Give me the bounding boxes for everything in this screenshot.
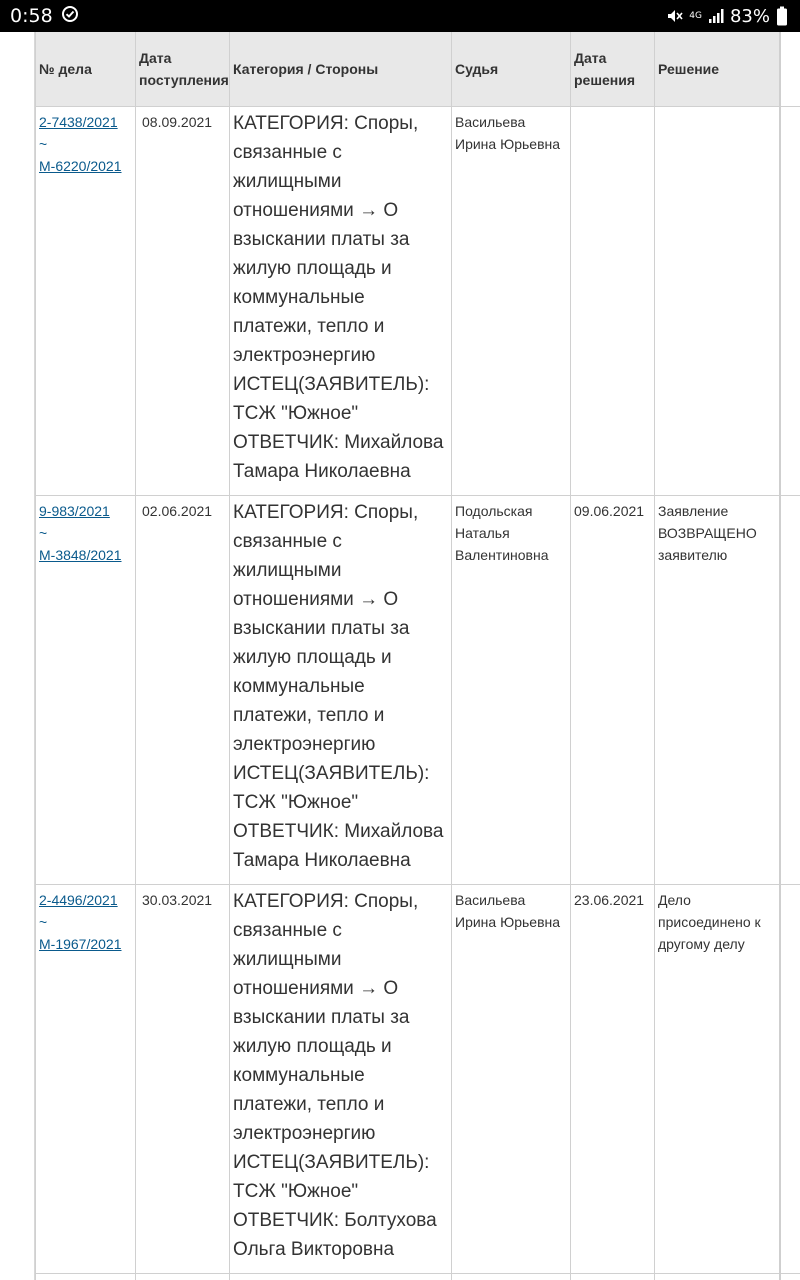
- case-number-cell: 2-4496/2021 ~ М-1967/2021: [35, 883, 136, 1274]
- case-link[interactable]: 2-4496/2021: [39, 889, 132, 911]
- category-cell: КАТЕГОРИЯ: Споры, связанные с жилищными …: [229, 883, 452, 1274]
- partial-cell: [35, 1272, 136, 1280]
- date-decision-cell: 09.06.2021: [570, 494, 655, 885]
- header-overflow-column: [778, 32, 800, 107]
- category-cell: КАТЕГОРИЯ: Споры, связанные с жилищными …: [229, 105, 452, 496]
- case-number-cell: 9-983/2021 ~ М-3848/2021: [35, 494, 136, 885]
- overflow-cell: [778, 883, 800, 1274]
- category-cell: КАТЕГОРИЯ: Споры, связанные с жилищными …: [229, 494, 452, 885]
- header-date-received: Дата поступления: [135, 32, 230, 107]
- plaintiff-text: ИСТЕЦ(ЗАЯВИТЕЛЬ): ТСЖ "Южное": [233, 1151, 430, 1202]
- case-separator: ~: [39, 524, 48, 541]
- table-row: 9-983/2021 ~ М-3848/2021 02.06.2021 КАТЕ…: [35, 494, 800, 885]
- page-content: № дела Дата поступления Категория / Стор…: [0, 32, 800, 1280]
- overflow-cell: [778, 105, 800, 496]
- defendant-text: ОТВЕТЧИК: Михайлова Тамара Николаевна: [233, 820, 444, 871]
- network-type-label: 4G: [689, 10, 702, 21]
- partial-cell: [135, 1272, 230, 1280]
- category-text: КАТЕГОРИЯ: Споры, связанные с жилищными …: [233, 501, 419, 755]
- table-header-row: № дела Дата поступления Категория / Стор…: [35, 32, 800, 107]
- sync-icon: [61, 5, 79, 27]
- date-received-cell: 08.09.2021: [135, 105, 230, 496]
- judge-cell: Васильева Ирина Юрьевна: [451, 105, 571, 496]
- table-row: 2-4496/2021 ~ М-1967/2021 30.03.2021 КАТ…: [35, 883, 800, 1274]
- material-link[interactable]: М-6220/2021: [39, 155, 132, 177]
- plaintiff-text: ИСТЕЦ(ЗАЯВИТЕЛЬ): ТСЖ "Южное": [233, 373, 430, 424]
- partial-cell: [451, 1272, 571, 1280]
- cases-table: № дела Дата поступления Категория / Стор…: [35, 32, 800, 1280]
- case-separator: ~: [39, 913, 48, 930]
- header-category: Категория / Стороны: [229, 32, 452, 107]
- case-link[interactable]: 2-7438/2021: [39, 111, 132, 133]
- header-judge: Судья: [451, 32, 571, 107]
- partial-cell: [229, 1272, 452, 1280]
- table-row: 2-7438/2021 ~ М-6220/2021 08.09.2021 КАТ…: [35, 105, 800, 496]
- date-received-cell: 02.06.2021: [135, 494, 230, 885]
- partial-cell: [778, 1272, 800, 1280]
- status-time: 0:58: [10, 5, 53, 27]
- case-link[interactable]: 9-983/2021: [39, 500, 132, 522]
- category-text: КАТЕГОРИЯ: Споры, связанные с жилищными …: [233, 890, 419, 1144]
- battery-percent: 83%: [729, 5, 770, 27]
- material-link[interactable]: М-1967/2021: [39, 933, 132, 955]
- judge-cell: Васильева Ирина Юрьевна: [451, 883, 571, 1274]
- case-number-cell: 2-7438/2021 ~ М-6220/2021: [35, 105, 136, 496]
- defendant-text: ОТВЕТЧИК: Болтухова Ольга Викторовна: [233, 1209, 437, 1260]
- case-separator: ~: [39, 135, 48, 152]
- decision-cell: [654, 105, 780, 496]
- category-text: КАТЕГОРИЯ: Споры, связанные с жилищными …: [233, 112, 419, 366]
- battery-icon: [776, 6, 788, 26]
- cases-table-wrapper: № дела Дата поступления Категория / Стор…: [34, 32, 800, 1280]
- header-decision: Решение: [654, 32, 780, 107]
- partial-cell: [570, 1272, 655, 1280]
- date-decision-cell: [570, 105, 655, 496]
- date-received-cell: 30.03.2021: [135, 883, 230, 1274]
- date-decision-cell: 23.06.2021: [570, 883, 655, 1274]
- judge-cell: Подольская Наталья Валентиновна: [451, 494, 571, 885]
- header-case-number: № дела: [35, 32, 136, 107]
- defendant-text: ОТВЕТЧИК: Михайлова Тамара Николаевна: [233, 431, 444, 482]
- material-link[interactable]: М-3848/2021: [39, 544, 132, 566]
- partial-cell: [654, 1272, 780, 1280]
- overflow-cell: [778, 494, 800, 885]
- mute-icon: [665, 7, 683, 25]
- header-date-decision: Дата решения: [570, 32, 655, 107]
- decision-cell: Дело присоединено к другому делу: [654, 883, 780, 1274]
- table-row-partial: [35, 1272, 800, 1280]
- decision-cell: Заявление ВОЗВРАЩЕНО заявителю: [654, 494, 780, 885]
- plaintiff-text: ИСТЕЦ(ЗАЯВИТЕЛЬ): ТСЖ "Южное": [233, 762, 430, 813]
- status-bar: 0:58 4G 83%: [0, 0, 800, 32]
- signal-icon: [708, 8, 724, 24]
